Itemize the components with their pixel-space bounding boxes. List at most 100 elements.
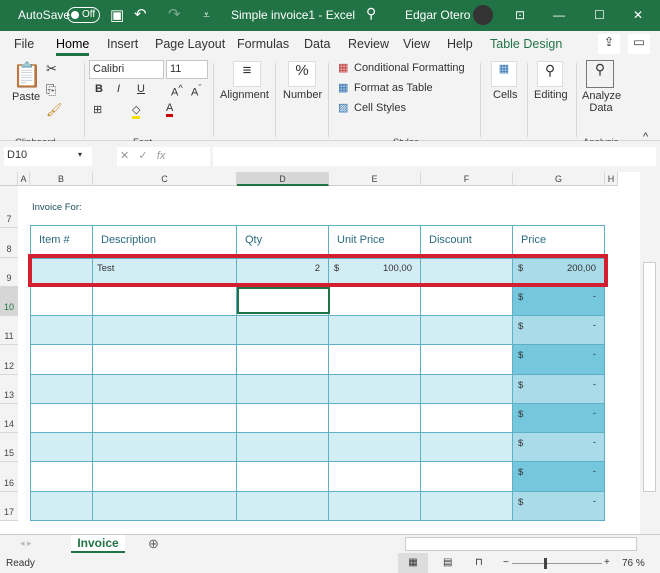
table-cell-description[interactable]: [93, 375, 237, 404]
table-cell-discount[interactable]: [421, 433, 513, 462]
paste-button[interactable]: Paste: [12, 91, 40, 103]
table-cell-discount[interactable]: [421, 462, 513, 492]
zoom-slider[interactable]: [512, 563, 602, 564]
save-icon[interactable]: ▣: [110, 6, 124, 24]
worksheet-grid[interactable]: ABCDEFGH 7 8 9 10 11 12 13 14 15 16 17 Invoice For…: [0, 172, 640, 534]
undo-icon[interactable]: ↶: [134, 5, 147, 23]
editing-icon[interactable]: ⚲: [537, 61, 563, 87]
tab-data[interactable]: Data: [304, 37, 330, 51]
user-name[interactable]: Edgar Otero: [405, 8, 470, 22]
table-cell-qty[interactable]: [237, 375, 329, 404]
font-color-icon[interactable]: A: [166, 102, 174, 117]
table-cell-price[interactable]: -: [513, 404, 605, 433]
conditional-formatting-button[interactable]: Conditional Formatting: [354, 62, 465, 74]
formula-input[interactable]: [213, 147, 656, 166]
table-cell-price[interactable]: -: [513, 462, 605, 492]
table-cell-price[interactable]: -: [513, 287, 605, 316]
table-cell-description[interactable]: [93, 316, 237, 345]
table-cell-item[interactable]: [30, 345, 93, 375]
name-box-dropdown-icon[interactable]: ▾: [78, 150, 82, 159]
column-header-c[interactable]: C: [93, 172, 237, 186]
row-header-17[interactable]: 17: [0, 492, 18, 521]
row-header-9[interactable]: 9: [0, 258, 18, 287]
table-cell-discount[interactable]: [421, 404, 513, 433]
cells-icon[interactable]: ▦: [491, 61, 517, 87]
font-size-select[interactable]: 11: [166, 60, 208, 79]
row-header-7[interactable]: 7: [0, 186, 18, 228]
alignment-icon[interactable]: ≡: [233, 61, 261, 87]
analyze-data-icon[interactable]: ⚲: [586, 60, 614, 88]
table-cell-description[interactable]: [93, 404, 237, 433]
row-header-13[interactable]: 13: [0, 375, 18, 404]
table-cell-description[interactable]: [93, 462, 237, 492]
table-cell-discount[interactable]: [421, 316, 513, 345]
editing-button[interactable]: Editing: [534, 89, 568, 101]
zoom-out-icon[interactable]: −: [503, 557, 509, 568]
table-cell-description[interactable]: [93, 433, 237, 462]
column-header-b[interactable]: B: [30, 172, 93, 186]
table-cell-discount[interactable]: [421, 287, 513, 316]
table-cell-item[interactable]: [30, 492, 93, 521]
column-header-a[interactable]: A: [18, 172, 30, 186]
zoom-level[interactable]: 76 %: [622, 558, 645, 569]
table-cell-item[interactable]: [30, 462, 93, 492]
fill-color-icon[interactable]: ◇: [132, 103, 141, 119]
table-cell-price[interactable]: -: [513, 375, 605, 404]
table-cell-unit-price[interactable]: [329, 316, 421, 345]
autosave-toggle[interactable]: Off: [67, 7, 100, 23]
row-header-12[interactable]: 12: [0, 345, 18, 375]
vertical-scroll-thumb[interactable]: [643, 262, 656, 492]
table-cell-qty[interactable]: [237, 345, 329, 375]
add-sheet-icon[interactable]: ⊕: [148, 536, 159, 552]
increase-font-icon[interactable]: A^: [171, 83, 183, 99]
zoom-in-icon[interactable]: +: [604, 557, 610, 568]
comments-icon[interactable]: ▭: [628, 34, 650, 54]
column-header-d[interactable]: D: [237, 172, 329, 186]
analyze-data-button[interactable]: Analyze Data: [582, 90, 621, 114]
search-icon[interactable]: ⚲: [366, 5, 376, 22]
table-cell-qty[interactable]: [237, 404, 329, 433]
redo-icon[interactable]: ↷: [168, 5, 181, 23]
avatar[interactable]: [473, 5, 493, 25]
zoom-slider-thumb[interactable]: [544, 558, 547, 569]
number-button[interactable]: Number: [283, 89, 322, 101]
font-name-select[interactable]: Calibri: [89, 60, 164, 79]
underline-button[interactable]: U: [137, 83, 145, 95]
tab-view[interactable]: View: [403, 37, 430, 51]
page-layout-view-icon[interactable]: ▤: [443, 557, 452, 568]
table-cell-discount[interactable]: [421, 345, 513, 375]
table-cell-item[interactable]: [30, 316, 93, 345]
table-cell-discount[interactable]: [421, 492, 513, 521]
tab-home[interactable]: Home: [56, 37, 90, 56]
close-icon[interactable]: ✕: [633, 8, 643, 22]
format-as-table-button[interactable]: Format as Table: [354, 82, 433, 94]
vertical-scrollbar[interactable]: [640, 172, 660, 534]
cell-styles-button[interactable]: Cell Styles: [354, 102, 406, 114]
column-header-f[interactable]: F: [421, 172, 513, 186]
tab-formulas[interactable]: Formulas: [237, 37, 289, 51]
table-cell-item[interactable]: [30, 375, 93, 404]
table-cell-price[interactable]: -: [513, 433, 605, 462]
table-cell-unit-price[interactable]: [329, 345, 421, 375]
number-icon[interactable]: %: [288, 61, 316, 87]
copy-icon[interactable]: ⎘: [46, 82, 56, 98]
italic-button[interactable]: I: [117, 83, 120, 95]
table-cell-qty[interactable]: [237, 462, 329, 492]
table-cell-item[interactable]: [30, 404, 93, 433]
format-painter-icon[interactable]: 🖌: [46, 102, 63, 118]
horizontal-scrollbar[interactable]: [405, 537, 637, 551]
ribbon-display-icon[interactable]: ⊡: [515, 8, 525, 22]
active-cell-d10[interactable]: [237, 287, 330, 314]
insert-function-button[interactable]: fx: [157, 150, 166, 162]
decrease-font-icon[interactable]: Aˇ: [191, 83, 201, 99]
column-header-h[interactable]: H: [605, 172, 618, 186]
bold-button[interactable]: B: [95, 83, 103, 95]
tab-review[interactable]: Review: [348, 37, 389, 51]
table-cell-qty[interactable]: [237, 316, 329, 345]
share-icon[interactable]: ⇪: [598, 34, 620, 54]
table-cell-discount[interactable]: [421, 375, 513, 404]
table-cell-price[interactable]: -: [513, 492, 605, 521]
tab-page-layout[interactable]: Page Layout: [155, 37, 225, 51]
column-header-g[interactable]: G: [513, 172, 605, 186]
table-cell-item[interactable]: [30, 433, 93, 462]
